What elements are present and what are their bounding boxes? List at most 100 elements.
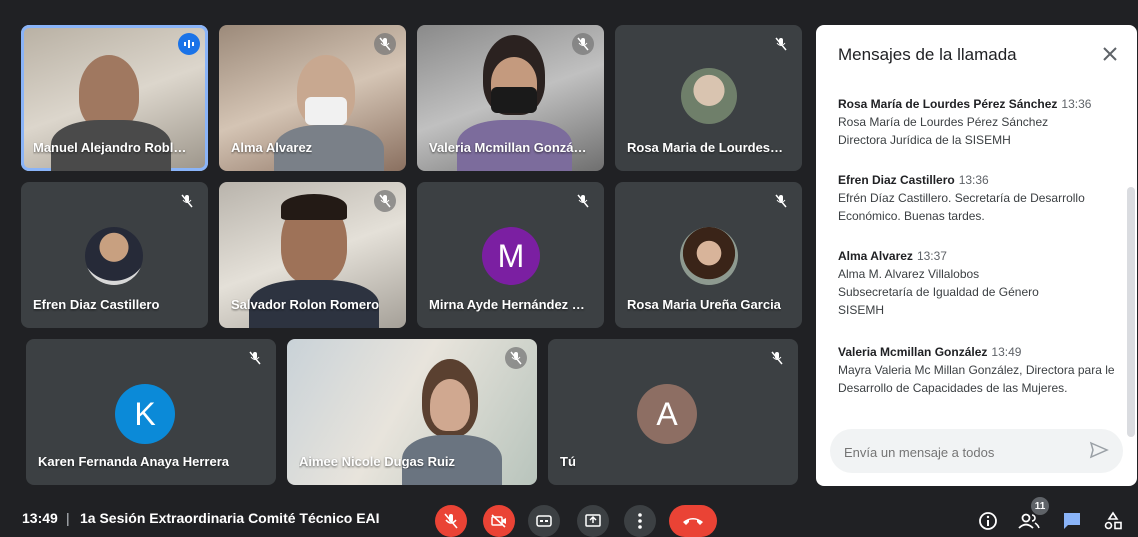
mic-off-icon xyxy=(572,33,594,55)
avatar-initial: A xyxy=(656,395,678,432)
avatar-initial: M xyxy=(497,237,525,274)
participant-tile-valeria[interactable]: Valeria Mcmillan González xyxy=(417,25,604,171)
participant-name: Efren Diaz Castillero xyxy=(33,297,160,312)
chat-button[interactable] xyxy=(1061,510,1083,532)
message-line: Efrén Díaz Castillero. Secretaría de Des… xyxy=(838,191,1085,205)
chat-message: Valeria Mcmillan González 13:49 Mayra Val… xyxy=(838,343,1118,397)
toggle-mic-button[interactable] xyxy=(435,505,467,537)
leave-call-button[interactable] xyxy=(669,505,717,537)
message-sender: Valeria Mcmillan González xyxy=(838,345,988,359)
participant-name: Tú xyxy=(560,454,576,469)
participant-face xyxy=(430,379,470,431)
toggle-camera-button[interactable] xyxy=(483,505,515,537)
chat-scrollbar[interactable] xyxy=(1127,187,1135,437)
captions-button[interactable] xyxy=(528,505,560,537)
participant-name: Salvador Rolon Romero xyxy=(231,297,380,312)
meeting-details-button[interactable] xyxy=(977,510,999,532)
face-mask xyxy=(491,87,537,113)
participant-name: Aimee Nicole Dugas Ruiz xyxy=(299,454,456,469)
participant-tile-efren[interactable]: Efren Diaz Castillero xyxy=(21,182,208,328)
mic-off-icon xyxy=(766,347,788,369)
mic-off-icon xyxy=(770,33,792,55)
mic-off-icon xyxy=(505,347,527,369)
camera-off-icon xyxy=(491,514,506,528)
participant-name: Valeria Mcmillan González xyxy=(429,140,588,155)
send-icon xyxy=(1089,441,1109,459)
meeting-title: 1a Sesión Extraordinaria Comité Técnico … xyxy=(80,510,380,526)
message-sender: Alma Alvarez xyxy=(838,249,913,263)
close-chat-button[interactable] xyxy=(1099,43,1121,65)
activities-button[interactable] xyxy=(1102,510,1124,532)
present-icon xyxy=(585,514,601,527)
chat-icon xyxy=(1064,513,1080,529)
message-line: Directora Jurídica de la SISEMH xyxy=(838,133,1011,147)
face-mask xyxy=(305,97,347,125)
message-time: 13:36 xyxy=(958,173,989,187)
message-line: SISEMH xyxy=(838,303,885,317)
participant-tile-self[interactable]: A Tú xyxy=(548,339,798,485)
participant-video xyxy=(79,55,139,130)
mic-off-icon xyxy=(572,190,594,212)
captions-icon xyxy=(536,515,552,527)
participant-name: Rosa Maria de Lourdes Pé... xyxy=(627,140,786,155)
participant-name: Karen Fernanda Anaya Herrera xyxy=(38,454,229,469)
participant-name: Rosa Maria Ureña Garcia xyxy=(627,297,781,312)
hang-up-icon xyxy=(683,518,703,525)
mic-off-icon xyxy=(374,190,396,212)
meeting-toolbar: 13:49 | 1a Sesión Extraordinaria Comité … xyxy=(0,496,1138,537)
mic-off-icon xyxy=(770,190,792,212)
chat-panel: Mensajes de la llamada Rosa María de Lou… xyxy=(816,25,1137,486)
participant-count-badge: 11 xyxy=(1031,497,1049,515)
chat-input-container xyxy=(830,429,1123,473)
chat-message: Rosa María de Lourdes Pérez Sánchez 13:36… xyxy=(838,95,1118,149)
participant-avatar xyxy=(681,68,737,124)
message-line: Económico. Buenas tardes. xyxy=(838,209,985,223)
toolbar-separator: | xyxy=(66,510,70,526)
participant-tile-salvador[interactable]: Salvador Rolon Romero xyxy=(219,182,406,328)
message-time: 13:36 xyxy=(1061,97,1092,111)
participant-avatar xyxy=(85,227,143,285)
chat-message: Alma Alvarez 13:37 Alma M. Alvarez Villal… xyxy=(838,247,1118,319)
mic-off-icon xyxy=(374,33,396,55)
avatar-initial: K xyxy=(134,395,156,432)
participant-avatar: M xyxy=(482,227,540,285)
send-message-button[interactable] xyxy=(1089,440,1111,462)
participant-tile-rosa-urena[interactable]: Rosa Maria Ureña Garcia xyxy=(615,182,802,328)
mic-off-icon xyxy=(244,347,266,369)
info-icon xyxy=(979,512,997,530)
participant-tile-rosa-lourdes[interactable]: Rosa Maria de Lourdes Pé... xyxy=(615,25,802,171)
participant-tile-manuel[interactable]: Manuel Alejandro Robles... xyxy=(21,25,208,171)
participant-name: Alma Alvarez xyxy=(231,140,313,155)
participant-name: Mirna Ayde Hernández M... xyxy=(429,297,588,312)
message-line: Subsecretaría de Igualdad de Género xyxy=(838,285,1039,299)
present-screen-button[interactable] xyxy=(577,505,609,537)
participant-avatar: A xyxy=(637,384,697,444)
message-time: 13:49 xyxy=(991,345,1022,359)
participant-tile-aimee[interactable]: Aimee Nicole Dugas Ruiz xyxy=(287,339,537,485)
mic-off-icon xyxy=(176,190,198,212)
message-time: 13:37 xyxy=(916,249,947,263)
message-sender: Rosa María de Lourdes Pérez Sánchez xyxy=(838,97,1058,111)
more-vert-icon xyxy=(638,513,642,529)
participant-hair xyxy=(281,194,347,220)
chat-message: Efren Diaz Castillero 13:36 Efrén Díaz Ca… xyxy=(838,171,1118,225)
participant-avatar xyxy=(680,227,738,285)
participant-tile-karen[interactable]: K Karen Fernanda Anaya Herrera xyxy=(26,339,276,485)
activities-icon xyxy=(1104,511,1122,530)
close-icon xyxy=(1103,47,1117,61)
message-line: Alma M. Alvarez Villalobos xyxy=(838,267,980,281)
chat-message-input[interactable] xyxy=(842,439,1086,465)
meeting-clock: 13:49 xyxy=(22,510,58,526)
mic-off-icon xyxy=(444,513,458,529)
message-sender: Efren Diaz Castillero xyxy=(838,173,955,187)
participant-tile-mirna[interactable]: M Mirna Ayde Hernández M... xyxy=(417,182,604,328)
message-line: Rosa María de Lourdes Pérez Sánchez xyxy=(838,115,1049,129)
participant-tile-alma[interactable]: Alma Alvarez xyxy=(219,25,406,171)
participant-name: Manuel Alejandro Robles... xyxy=(33,140,192,155)
speaking-indicator-icon xyxy=(178,33,200,55)
chat-title: Mensajes de la llamada xyxy=(838,45,1017,64)
message-line: Desarrollo de Capacidades de las Mujeres… xyxy=(838,381,1068,395)
more-options-button[interactable] xyxy=(624,505,656,537)
participant-avatar: K xyxy=(115,384,175,444)
message-line: Mayra Valeria Mc Millan González, Direct… xyxy=(838,363,1115,377)
